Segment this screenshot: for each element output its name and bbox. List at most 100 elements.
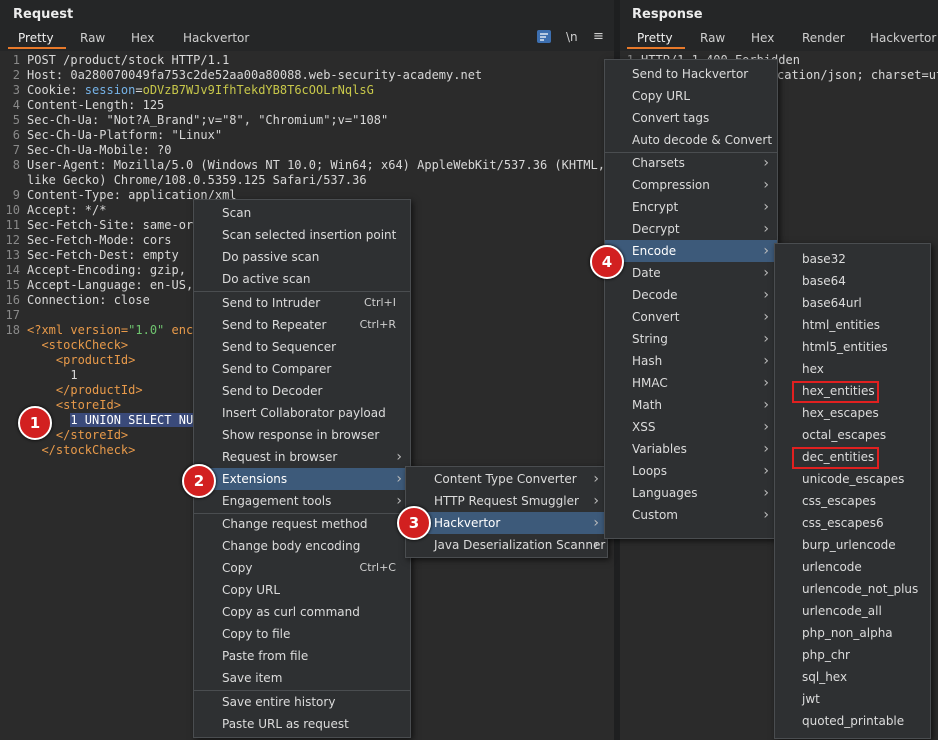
menu-item-charsets[interactable]: Charsets › — [605, 152, 777, 174]
menu-item-copy-to-file[interactable]: Copy to file — [194, 623, 410, 645]
menu-item-compression[interactable]: Compression › — [605, 174, 777, 196]
response-tab-pretty[interactable]: Pretty — [637, 31, 673, 45]
context-menu: Scan Scan selected insertion point Do pass… — [193, 199, 411, 738]
response-tab-hex[interactable]: Hex — [751, 31, 774, 45]
menu-item-auto-decode-convert[interactable]: Auto decode & Convert — [605, 129, 777, 151]
menu-item-copy-url[interactable]: Copy URL — [194, 579, 410, 601]
request-tab-pretty[interactable]: Pretty — [18, 31, 54, 45]
request-tab-hex[interactable]: Hex — [131, 31, 154, 45]
menu-item-save-entire-history[interactable]: Save entire history — [194, 691, 410, 713]
menu-item-do-passive-scan[interactable]: Do passive scan — [194, 246, 410, 268]
request-tab-raw[interactable]: Raw — [80, 31, 105, 45]
menu-item-label: Hackvertor — [434, 516, 501, 530]
response-tab-raw[interactable]: Raw — [700, 31, 725, 45]
menu-item-send-to-intruder[interactable]: Send to Intruder Ctrl+I — [194, 292, 410, 314]
menu-item-scan-selected-insertion-point[interactable]: Scan selected insertion point — [194, 224, 410, 246]
menu-item-label: Insert Collaborator payload — [222, 405, 386, 420]
menu-item-urlencode-all[interactable]: urlencode_all — [775, 600, 930, 622]
menu-item-change-request-method[interactable]: Change request method — [194, 513, 410, 535]
menu-item-extensions[interactable]: Extensions › — [194, 467, 410, 490]
response-tab-render[interactable]: Render — [802, 31, 845, 45]
menu-item-do-active-scan[interactable]: Do active scan — [194, 268, 410, 290]
menu-item-decode[interactable]: Decode › — [605, 284, 777, 306]
menu-item-label: Loops — [632, 464, 668, 478]
menu-item-http-request-smuggler[interactable]: HTTP Request Smuggler › — [406, 490, 607, 512]
menu-item-change-body-encoding[interactable]: Change body encoding — [194, 535, 410, 557]
menu-item-html-entities[interactable]: html_entities — [775, 314, 930, 336]
line-number: 10 — [5, 203, 20, 217]
menu-item-quoted-printable[interactable]: quoted_printable — [775, 710, 930, 732]
menu-item-label: Copy as curl command — [222, 605, 360, 619]
menu-item-xss[interactable]: XSS › — [605, 416, 777, 438]
menu-item-save-item[interactable]: Save item — [194, 667, 410, 689]
menu-item-php-chr[interactable]: php_chr — [775, 644, 930, 666]
menu-item-date[interactable]: Date › — [605, 262, 777, 284]
menu-item-scan[interactable]: Scan — [194, 202, 410, 224]
menu-item-convert[interactable]: Convert › — [605, 306, 777, 328]
menu-item-send-to-decoder[interactable]: Send to Decoder — [194, 380, 410, 402]
menu-item-hex-escapes[interactable]: hex_escapes — [775, 402, 930, 424]
menu-item-show-response-in-browser[interactable]: Show response in browser — [194, 424, 410, 446]
menu-item-copy[interactable]: Copy Ctrl+C — [194, 557, 410, 579]
menu-item-base32[interactable]: base32 — [775, 248, 930, 270]
menu-item-label: Save item — [222, 671, 283, 685]
menu-item-burp-urlencode[interactable]: burp_urlencode — [775, 534, 930, 556]
menu-item-paste-url-as-request[interactable]: Paste URL as request — [194, 713, 410, 735]
menu-item-label: Decrypt — [632, 222, 680, 236]
menu-item-decrypt[interactable]: Decrypt › — [605, 218, 777, 240]
menu-item-send-to-sequencer[interactable]: Send to Sequencer — [194, 336, 410, 358]
request-tab-hackvertor[interactable]: Hackvertor — [183, 31, 249, 45]
menu-item-send-to-comparer[interactable]: Send to Comparer — [194, 358, 410, 380]
menu-item-jwt[interactable]: jwt — [775, 688, 930, 710]
hamburger-menu-icon[interactable]: ≡ — [593, 29, 604, 44]
menu-item-urlencode-not-plus[interactable]: urlencode_not_plus — [775, 578, 930, 600]
chevron-right-icon: › — [763, 265, 769, 281]
menu-item-convert-tags[interactable]: Convert tags — [605, 107, 777, 129]
menu-item-copy-as-curl-command[interactable]: Copy as curl command — [194, 601, 410, 623]
chevron-right-icon: › — [396, 448, 402, 465]
menu-item-insert-collaborator-payload[interactable]: Insert Collaborator payload — [194, 402, 410, 424]
menu-item-hash[interactable]: Hash › — [605, 350, 777, 372]
menu-item-paste-from-file[interactable]: Paste from file — [194, 645, 410, 667]
menu-item-base64url[interactable]: base64url — [775, 292, 930, 314]
menu-item-loops[interactable]: Loops › — [605, 460, 777, 482]
menu-item-languages[interactable]: Languages › — [605, 482, 777, 504]
menu-item-send-to-repeater[interactable]: Send to Repeater Ctrl+R — [194, 314, 410, 336]
menu-item-java-deserialization-scanner[interactable]: Java Deserialization Scanner › — [406, 534, 607, 556]
menu-item-octal-escapes[interactable]: octal_escapes — [775, 424, 930, 446]
menu-item-engagement-tools[interactable]: Engagement tools › — [194, 490, 410, 512]
menu-item-encrypt[interactable]: Encrypt › — [605, 196, 777, 218]
menu-item-label: Copy URL — [632, 89, 691, 103]
menu-item-encode[interactable]: Encode › — [605, 240, 777, 262]
chevron-right-icon: › — [763, 485, 769, 501]
menu-item-php-non-alpha[interactable]: php_non_alpha — [775, 622, 930, 644]
menu-item-urlencode[interactable]: urlencode — [775, 556, 930, 578]
menu-item-css-escapes[interactable]: css_escapes — [775, 490, 930, 512]
menu-item-string[interactable]: String › — [605, 328, 777, 350]
menu-item-send-to-hackvertor[interactable]: Send to Hackvertor — [605, 63, 777, 85]
response-tab-hackvertor[interactable]: Hackvertor — [870, 31, 936, 45]
menu-item-hmac[interactable]: HMAC › — [605, 372, 777, 394]
menu-item-base64[interactable]: base64 — [775, 270, 930, 292]
menu-item-unicode-escapes[interactable]: unicode_escapes — [775, 468, 930, 490]
line-number: 5 — [12, 113, 20, 127]
code-line: 15 Accept-Language: en-US,e — [0, 278, 201, 293]
menu-item-hackvertor[interactable]: Hackvertor › — [406, 512, 607, 534]
menu-item-custom[interactable]: Custom › — [605, 504, 777, 526]
menu-item-request-in-browser[interactable]: Request in browser › — [194, 446, 410, 468]
menu-item-html5-entities[interactable]: html5_entities — [775, 336, 930, 358]
code-token: Accept-Encoding: gzip, d — [27, 263, 201, 277]
menu-item-math[interactable]: Math › — [605, 394, 777, 416]
menu-item-label: HMAC — [632, 376, 668, 390]
menu-item-content-type-converter[interactable]: Content Type Converter › — [406, 468, 607, 490]
menu-item-label: octal_escapes — [802, 428, 887, 442]
menu-item-hex[interactable]: hex — [775, 358, 930, 380]
menu-item-label: Copy to file — [222, 627, 291, 641]
show-newlines-button[interactable]: \n — [566, 30, 578, 44]
request-active-tab-indicator — [8, 47, 66, 49]
menu-item-css-escapes6[interactable]: css_escapes6 — [775, 512, 930, 534]
wrap-lines-icon[interactable] — [537, 30, 551, 43]
menu-item-copy-url[interactable]: Copy URL — [605, 85, 777, 107]
menu-item-variables[interactable]: Variables › — [605, 438, 777, 460]
menu-item-sql-hex[interactable]: sql_hex — [775, 666, 930, 688]
